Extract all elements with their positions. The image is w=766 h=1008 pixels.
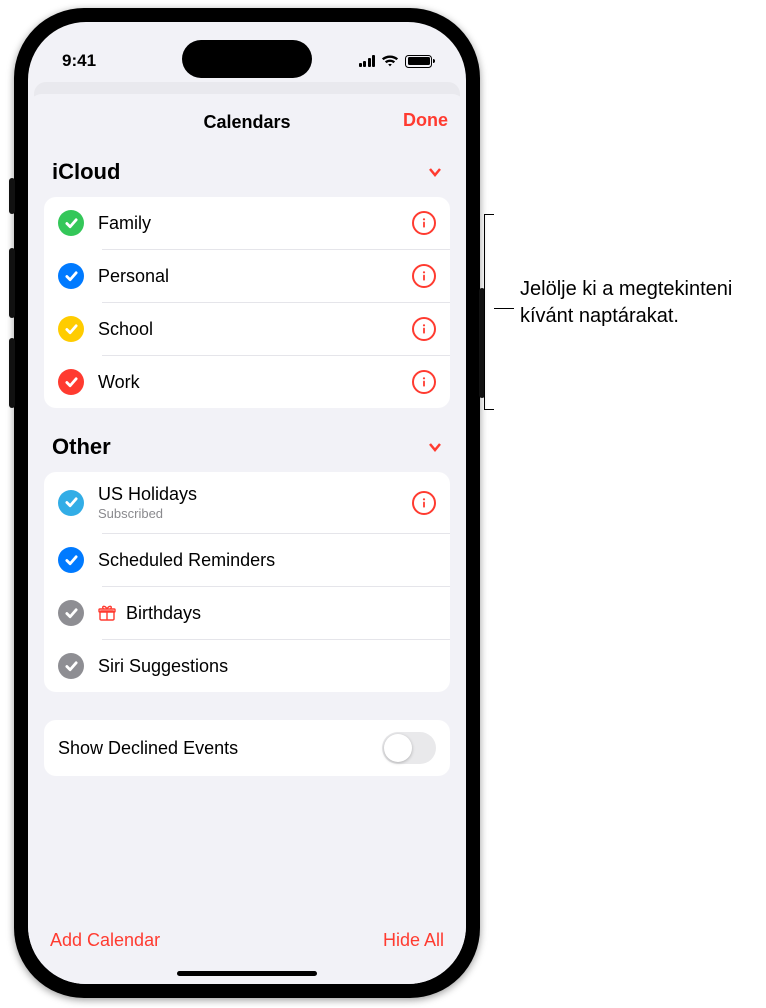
calendar-row-siri-suggestions[interactable]: Siri Suggestions [44,640,450,692]
show-declined-row[interactable]: Show Declined Events [44,720,450,776]
hide-all-button[interactable]: Hide All [383,930,444,951]
done-button[interactable]: Done [403,110,448,131]
calendar-row-work[interactable]: Work [44,356,450,408]
checkmark-icon[interactable] [58,263,84,289]
section-title-other: Other [52,434,111,460]
info-button[interactable] [412,317,436,341]
other-group: US Holidays Subscribed Scheduled Reminde… [44,472,450,692]
info-button[interactable] [412,264,436,288]
volume-down-button [9,338,15,408]
section-title-icloud: iCloud [52,159,120,185]
checkmark-icon[interactable] [58,653,84,679]
volume-up-button [9,248,15,318]
show-declined-toggle[interactable] [382,732,436,764]
screen: 9:41 Calendars Done iCloud Family [28,22,466,984]
chevron-down-icon [428,165,442,179]
calendar-label: Birthdays [126,603,436,624]
calendar-label: Family [98,213,398,234]
show-declined-label: Show Declined Events [58,738,368,759]
sheet-title: Calendars [203,112,290,133]
calendar-label: Personal [98,266,398,287]
add-calendar-button[interactable]: Add Calendar [50,930,160,951]
battery-icon [405,55,432,68]
info-button[interactable] [412,370,436,394]
status-time: 9:41 [62,51,96,71]
section-header-other[interactable]: Other [44,426,450,472]
calendar-row-personal[interactable]: Personal [44,250,450,302]
checkmark-icon[interactable] [58,210,84,236]
calendar-label: Work [98,372,398,393]
icloud-group: Family Personal School [44,197,450,408]
calendar-label: Scheduled Reminders [98,550,436,571]
calendar-row-school[interactable]: School [44,303,450,355]
declined-group: Show Declined Events [44,720,450,776]
iphone-frame: 9:41 Calendars Done iCloud Family [14,8,480,998]
gift-icon [98,604,116,622]
status-right [359,54,433,68]
calendar-row-birthdays[interactable]: Birthdays [44,587,450,639]
silence-switch [9,178,15,214]
calendar-row-scheduled-reminders[interactable]: Scheduled Reminders [44,534,450,586]
calendar-label: US Holidays Subscribed [98,484,398,521]
checkmark-icon[interactable] [58,316,84,342]
calendar-row-us-holidays[interactable]: US Holidays Subscribed [44,472,450,533]
cellular-icon [359,55,376,67]
wifi-icon [381,54,399,68]
checkmark-icon[interactable] [58,547,84,573]
calendar-label: School [98,319,398,340]
chevron-down-icon [428,440,442,454]
home-indicator [177,971,317,976]
checkmark-icon[interactable] [58,369,84,395]
calendar-label: Siri Suggestions [98,656,436,677]
section-header-icloud[interactable]: iCloud [44,151,450,197]
callout-text: Jelölje ki a megtekinteni kívánt naptára… [520,276,760,330]
checkmark-icon[interactable] [58,600,84,626]
info-button[interactable] [412,491,436,515]
checkmark-icon[interactable] [58,490,84,516]
sheet-header: Calendars Done [44,106,450,151]
info-button[interactable] [412,211,436,235]
bottom-toolbar: Add Calendar Hide All [44,916,450,961]
calendars-sheet: Calendars Done iCloud Family Personal [28,94,466,984]
dynamic-island [182,40,312,78]
calendar-row-family[interactable]: Family [44,197,450,249]
